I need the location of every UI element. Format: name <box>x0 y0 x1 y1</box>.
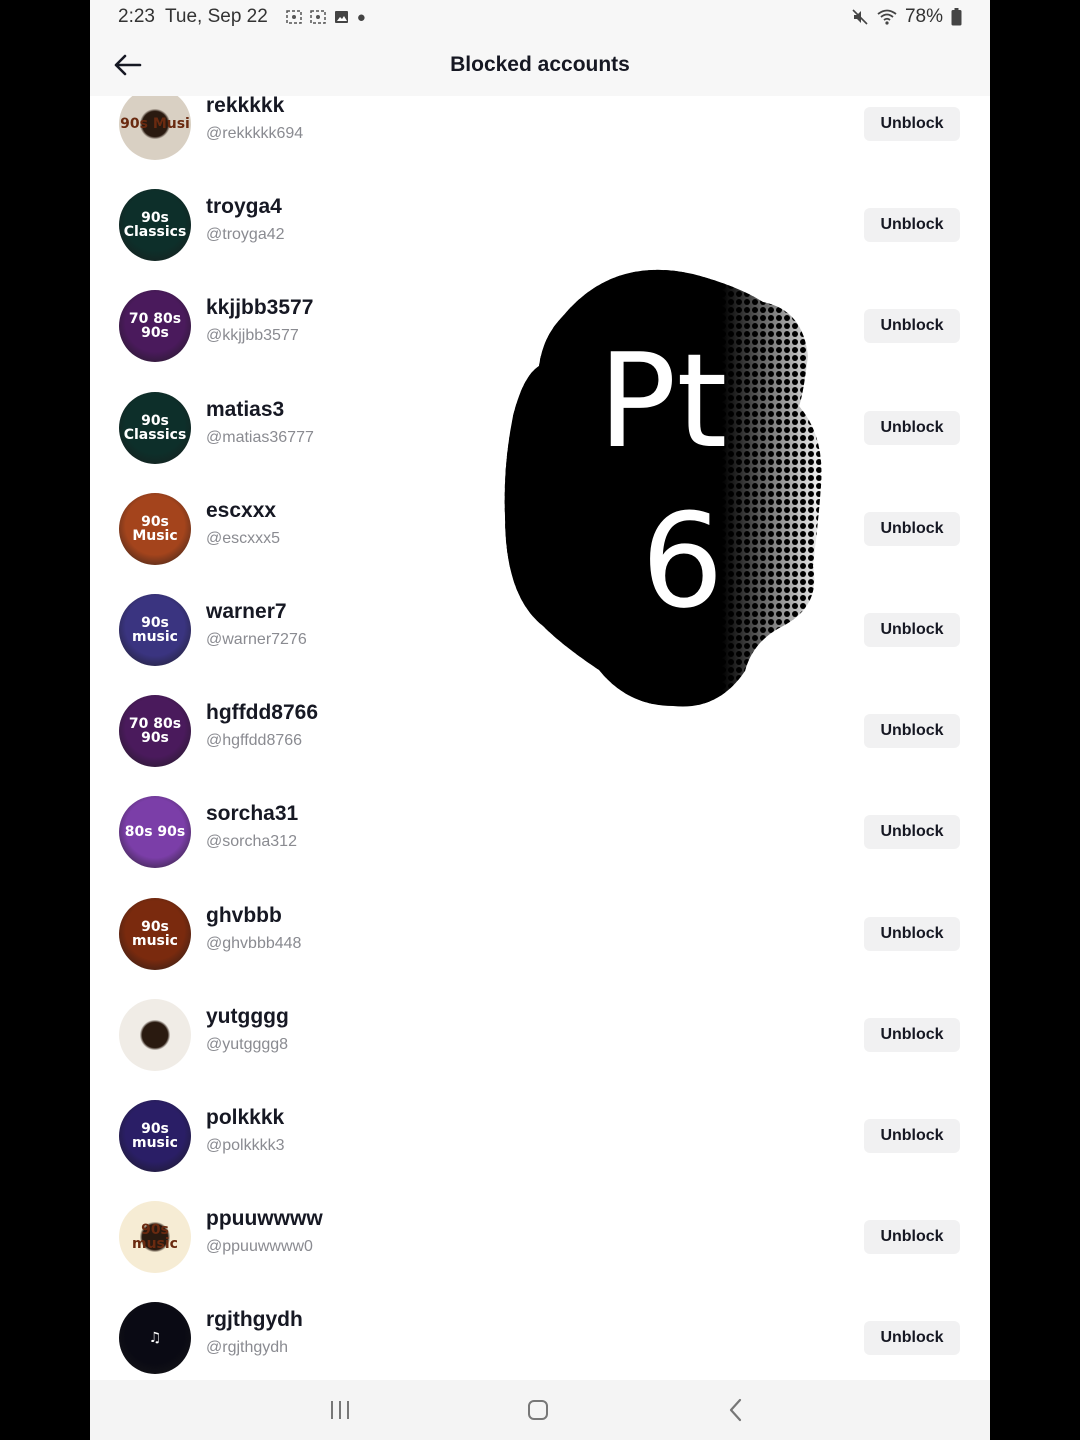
account-name: escxxx <box>206 498 277 522</box>
account-handle: @polkkkk3 <box>206 1137 285 1154</box>
account-name: ppuuwwww <box>206 1207 323 1231</box>
blocked-account-row[interactable]: 80s 90s sorcha31 @sorcha312 Unblock <box>90 781 990 882</box>
blocked-account-row[interactable]: 90s Musi rekkkkk @rekkkkk694 Unblock <box>90 96 990 174</box>
account-handle: @sorcha312 <box>206 833 297 851</box>
account-handle: @warner7276 <box>206 631 307 648</box>
header: Blocked accounts <box>90 34 990 96</box>
account-name: kkjjbb3577 <box>206 296 314 320</box>
screenshot-icon <box>286 10 302 24</box>
arrow-left-icon <box>114 54 142 76</box>
home-button[interactable] <box>518 1394 558 1426</box>
blocked-account-row[interactable]: yutgggg @yutgggg8 Unblock <box>90 984 990 1085</box>
account-handle: @ghvbbb448 <box>206 934 302 952</box>
unblock-button[interactable]: Unblock <box>864 1220 960 1255</box>
account-name: rekkkkk <box>206 96 285 117</box>
avatar[interactable]: 90s music <box>119 1201 191 1274</box>
account-name: hgffdd8766 <box>206 701 319 725</box>
account-name: troyga4 <box>206 195 282 219</box>
avatar[interactable]: 80s 90s <box>119 796 191 869</box>
status-notification-icons: ● <box>286 9 366 26</box>
unblock-button[interactable]: Unblock <box>864 309 960 344</box>
system-nav-bar <box>90 1380 990 1440</box>
avatar[interactable]: 90s Music <box>119 492 191 565</box>
account-handle: @rgjthgydh <box>206 1339 289 1357</box>
mute-icon <box>852 9 868 25</box>
avatar[interactable]: 70 80s 90s <box>119 695 191 768</box>
overlay-line1: Pt <box>598 325 727 477</box>
blocked-account-row[interactable]: 90s music ppuuwwww @ppuuwwww0 Unblock <box>90 1186 990 1287</box>
status-time: 2:23 <box>118 6 155 27</box>
unblock-button[interactable]: Unblock <box>864 815 960 850</box>
avatar[interactable]: ♫ <box>119 1302 191 1375</box>
status-bar: 2:23 Tue, Sep 22 ● 78% <box>90 0 990 34</box>
screen: 2:23 Tue, Sep 22 ● 78% Blocked accounts … <box>90 0 990 1440</box>
recent-apps-icon <box>331 1401 349 1419</box>
unblock-button[interactable]: Unblock <box>864 613 960 647</box>
overlay-line2: 6 <box>641 485 724 637</box>
blocked-account-row[interactable]: ♫ rgjthgydh @rgjthgydh Unblock <box>90 1287 990 1380</box>
system-back-button[interactable] <box>716 1394 756 1426</box>
account-handle: @escxxx5 <box>206 529 281 547</box>
avatar[interactable]: 70 80s 90s <box>119 290 191 363</box>
recent-apps-button[interactable] <box>320 1394 360 1426</box>
unblock-button[interactable]: Unblock <box>864 410 960 445</box>
unblock-button[interactable]: Unblock <box>864 208 960 243</box>
image-icon <box>334 11 348 23</box>
account-handle: @yutgggg8 <box>206 1035 289 1053</box>
account-handle: @kkjjbb3577 <box>206 327 299 345</box>
screenshot-icon <box>310 10 326 24</box>
back-chevron-icon <box>729 1398 742 1422</box>
account-name: polkkkk <box>206 1106 285 1129</box>
avatar[interactable]: 90s Musi <box>119 96 191 160</box>
status-date: Tue, Sep 22 <box>164 6 268 27</box>
account-name: ghvbbb <box>206 903 282 927</box>
wifi-icon <box>877 9 897 25</box>
blocked-account-row[interactable]: 90s music polkkkk @polkkkk3 Unblock <box>90 1085 990 1186</box>
account-name: sorcha31 <box>206 802 299 826</box>
unblock-button[interactable]: Unblock <box>864 1119 960 1153</box>
pt-6-overlay: Pt 6 <box>504 269 822 707</box>
unblock-button[interactable]: Unblock <box>864 916 960 951</box>
account-handle: @ppuuwwww0 <box>206 1238 313 1256</box>
battery-percent: 78% <box>904 6 943 27</box>
account-name: rgjthgydh <box>206 1308 303 1332</box>
account-name: matias3 <box>206 397 285 421</box>
account-name: yutgggg <box>206 1004 289 1028</box>
avatar[interactable]: 90s music <box>119 594 191 666</box>
dot-icon: ● <box>356 8 366 26</box>
avatar[interactable]: 90s Classics <box>119 391 191 464</box>
avatar[interactable]: 90s music <box>119 1100 191 1172</box>
account-handle: @matias36777 <box>206 428 314 446</box>
status-left: 2:23 Tue, Sep 22 ● <box>118 6 366 28</box>
account-handle: @hgffdd8766 <box>206 732 303 750</box>
account-handle: @rekkkkk694 <box>206 125 304 142</box>
blocked-account-row[interactable]: 90s music ghvbbb @ghvbbb448 Unblock <box>90 883 990 984</box>
home-icon <box>528 1400 548 1420</box>
account-handle: @troyga42 <box>206 226 285 244</box>
unblock-button[interactable]: Unblock <box>864 1017 960 1052</box>
back-button[interactable] <box>108 46 146 84</box>
avatar[interactable]: 90s Classics <box>119 189 191 262</box>
unblock-button[interactable]: Unblock <box>864 714 960 749</box>
blocked-account-row[interactable]: 90s Classics troyga4 @troyga42 Unblock <box>90 174 990 275</box>
avatar[interactable]: 90s music <box>119 897 191 970</box>
status-right: 78% <box>851 6 962 28</box>
unblock-button[interactable]: Unblock <box>864 1321 960 1356</box>
avatar[interactable] <box>119 998 191 1071</box>
unblock-button[interactable]: Unblock <box>864 511 960 546</box>
account-name: warner7 <box>206 600 287 623</box>
unblock-button[interactable]: Unblock <box>864 107 960 141</box>
battery-icon <box>951 8 962 26</box>
page-title: Blocked accounts <box>450 53 630 76</box>
